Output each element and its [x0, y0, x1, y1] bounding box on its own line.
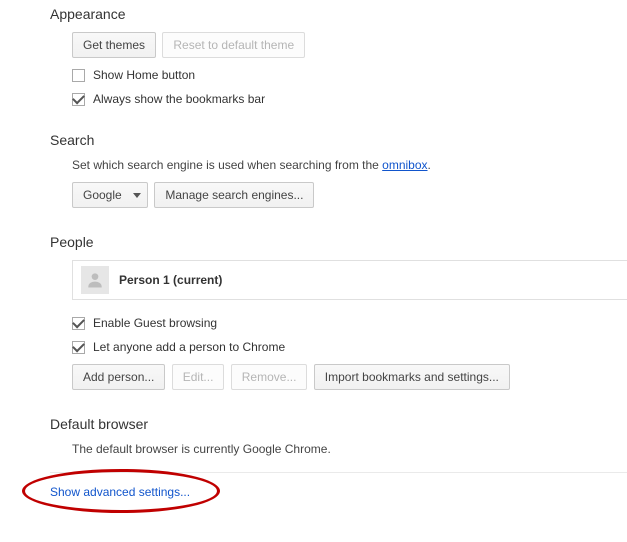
section-people: People Person 1 (current) Enable Guest b… — [0, 228, 627, 390]
checkbox-icon — [72, 69, 85, 82]
avatar-icon — [81, 266, 109, 294]
show-home-label: Show Home button — [93, 68, 195, 82]
reset-theme-button: Reset to default theme — [162, 32, 305, 58]
bookmarks-bar-label: Always show the bookmarks bar — [93, 92, 265, 106]
bookmarks-bar-checkbox[interactable]: Always show the bookmarks bar — [72, 92, 627, 106]
search-engine-select[interactable]: Google — [72, 182, 148, 208]
section-default-browser: Default browser The default browser is c… — [0, 410, 627, 456]
import-bookmarks-button[interactable]: Import bookmarks and settings... — [314, 364, 510, 390]
person-row[interactable]: Person 1 (current) — [72, 260, 627, 300]
default-browser-description: The default browser is currently Google … — [72, 442, 627, 456]
checkbox-checked-icon — [72, 93, 85, 106]
manage-search-engines-button[interactable]: Manage search engines... — [154, 182, 314, 208]
search-description: Set which search engine is used when sea… — [72, 158, 627, 172]
section-title-appearance: Appearance — [0, 0, 627, 32]
person-name: Person 1 (current) — [119, 273, 222, 287]
anyone-add-checkbox[interactable]: Let anyone add a person to Chrome — [72, 340, 627, 354]
get-themes-button[interactable]: Get themes — [72, 32, 156, 58]
section-search: Search Set which search engine is used w… — [0, 126, 627, 208]
anyone-add-label: Let anyone add a person to Chrome — [93, 340, 285, 354]
checkbox-checked-icon — [72, 317, 85, 330]
show-advanced-settings-link[interactable]: Show advanced settings... — [50, 485, 190, 499]
guest-browsing-checkbox[interactable]: Enable Guest browsing — [72, 316, 627, 330]
divider — [50, 472, 627, 473]
section-title-people: People — [0, 228, 627, 260]
remove-person-button: Remove... — [231, 364, 308, 390]
section-title-search: Search — [0, 126, 627, 158]
add-person-button[interactable]: Add person... — [72, 364, 165, 390]
omnibox-link[interactable]: omnibox — [382, 158, 427, 172]
edit-person-button: Edit... — [172, 364, 225, 390]
guest-browsing-label: Enable Guest browsing — [93, 316, 217, 330]
show-home-checkbox[interactable]: Show Home button — [72, 68, 627, 82]
section-appearance: Appearance Get themes Reset to default t… — [0, 0, 627, 106]
section-title-default-browser: Default browser — [0, 410, 627, 442]
checkbox-checked-icon — [72, 341, 85, 354]
chevron-down-icon — [133, 193, 141, 198]
